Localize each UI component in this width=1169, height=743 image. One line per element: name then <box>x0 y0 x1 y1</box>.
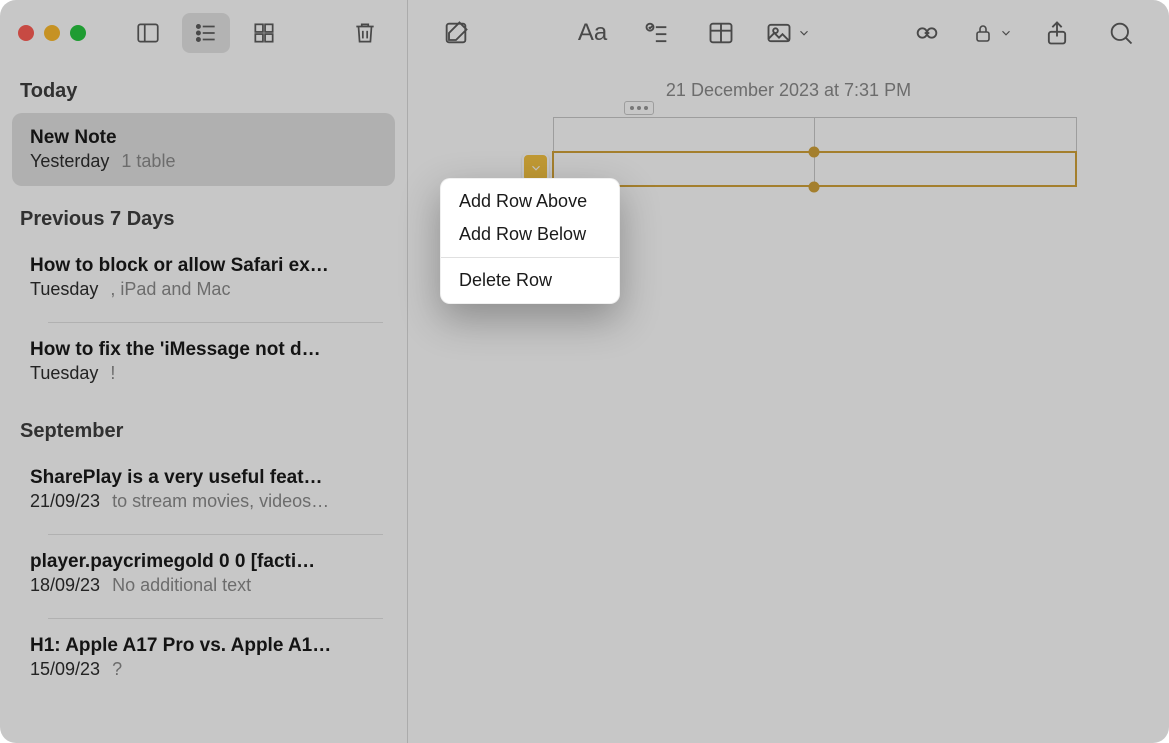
note-title: How to block or allow Safari ex… <box>30 255 377 277</box>
menu-item-add-row-above[interactable]: Add Row Above <box>441 185 619 218</box>
link-button[interactable] <box>907 13 947 53</box>
note-date: 15/09/23 <box>30 659 100 680</box>
grid-icon <box>251 20 277 46</box>
note-title: New Note <box>30 127 377 149</box>
note-preview: , iPad and Mac <box>110 279 230 300</box>
note-timestamp: 21 December 2023 at 7:31 PM <box>468 80 1109 101</box>
chevron-down-icon <box>999 26 1013 40</box>
checklist-button[interactable] <box>637 13 677 53</box>
note-item[interactable]: How to block or allow Safari ex… Tuesday… <box>12 241 395 314</box>
sidebar-toggle-button[interactable] <box>124 13 172 53</box>
note-content[interactable]: 21 December 2023 at 7:31 PM <box>408 66 1169 743</box>
table-widget[interactable] <box>552 117 1109 187</box>
divider <box>48 618 383 619</box>
note-title: H1: Apple A17 Pro vs. Apple A1… <box>30 635 377 657</box>
divider <box>48 534 383 535</box>
note-item[interactable]: New Note Yesterday 1 table <box>12 113 395 186</box>
close-window-button[interactable] <box>18 25 34 41</box>
note-title: player.paycrimegold 0 0 [facti… <box>30 551 377 573</box>
note-preview: to stream movies, videos… <box>112 491 329 512</box>
note-item[interactable]: SharePlay is a very useful feat… 21/09/2… <box>12 453 395 526</box>
note-item[interactable]: player.paycrimegold 0 0 [facti… 18/09/23… <box>12 537 395 610</box>
note-preview: No additional text <box>112 575 251 596</box>
note-preview: 1 table <box>121 151 175 172</box>
section-label: Previous 7 Days <box>0 194 407 241</box>
note-preview: ? <box>112 659 122 680</box>
main-toolbar: Aa <box>408 0 1169 66</box>
checklist-icon <box>643 19 671 47</box>
delete-note-button[interactable] <box>341 13 389 53</box>
divider <box>48 322 383 323</box>
sidebar: Today New Note Yesterday 1 table Previous… <box>0 0 408 743</box>
table-button[interactable] <box>701 13 741 53</box>
row-context-menu: Add Row Above Add Row Below Delete Row <box>440 178 620 304</box>
chevron-down-icon <box>797 26 811 40</box>
app-window: Today New Note Yesterday 1 table Previous… <box>0 0 1169 743</box>
menu-divider <box>441 257 619 258</box>
note-date: Yesterday <box>30 151 109 172</box>
window-controls <box>18 25 86 41</box>
sidebar-toolbar <box>0 0 407 66</box>
compose-icon <box>442 19 470 47</box>
note-date: 18/09/23 <box>30 575 100 596</box>
chevron-down-icon <box>529 161 543 175</box>
note-item[interactable]: How to fix the 'iMessage not d… Tuesday! <box>12 325 395 398</box>
column-options-button[interactable] <box>624 101 654 115</box>
list-icon <box>193 20 219 46</box>
note-date: 21/09/23 <box>30 491 100 512</box>
search-icon <box>1107 19 1135 47</box>
fullscreen-window-button[interactable] <box>70 25 86 41</box>
grid-view-button[interactable] <box>240 13 288 53</box>
link-icon <box>913 19 941 47</box>
minimize-window-button[interactable] <box>44 25 60 41</box>
section-label: September <box>0 406 407 453</box>
trash-icon <box>352 20 378 46</box>
share-icon <box>1043 19 1071 47</box>
note-date: Tuesday <box>30 363 98 384</box>
sidebar-icon <box>135 20 161 46</box>
note-item[interactable]: H1: Apple A17 Pro vs. Apple A1… 15/09/23… <box>12 621 395 694</box>
section-label: Today <box>0 66 407 113</box>
note-date: Tuesday <box>30 279 98 300</box>
notes-list[interactable]: Today New Note Yesterday 1 table Previous… <box>0 66 407 743</box>
format-button[interactable]: Aa <box>573 13 613 53</box>
share-button[interactable] <box>1037 13 1077 53</box>
photo-icon <box>765 19 793 47</box>
menu-item-add-row-below[interactable]: Add Row Below <box>441 218 619 251</box>
lock-icon <box>971 21 995 45</box>
note-title: SharePlay is a very useful feat… <box>30 467 377 489</box>
selection-handle[interactable] <box>809 182 820 193</box>
table-icon <box>707 19 735 47</box>
list-view-button[interactable] <box>182 13 230 53</box>
new-note-button[interactable] <box>436 13 476 53</box>
note-preview: ! <box>110 363 115 384</box>
note-title: How to fix the 'iMessage not d… <box>30 339 377 361</box>
main-panel: Aa <box>408 0 1169 743</box>
lock-button[interactable] <box>971 21 1013 45</box>
selection-handle[interactable] <box>809 147 820 158</box>
media-button[interactable] <box>765 19 811 47</box>
search-button[interactable] <box>1101 13 1141 53</box>
menu-item-delete-row[interactable]: Delete Row <box>441 264 619 297</box>
